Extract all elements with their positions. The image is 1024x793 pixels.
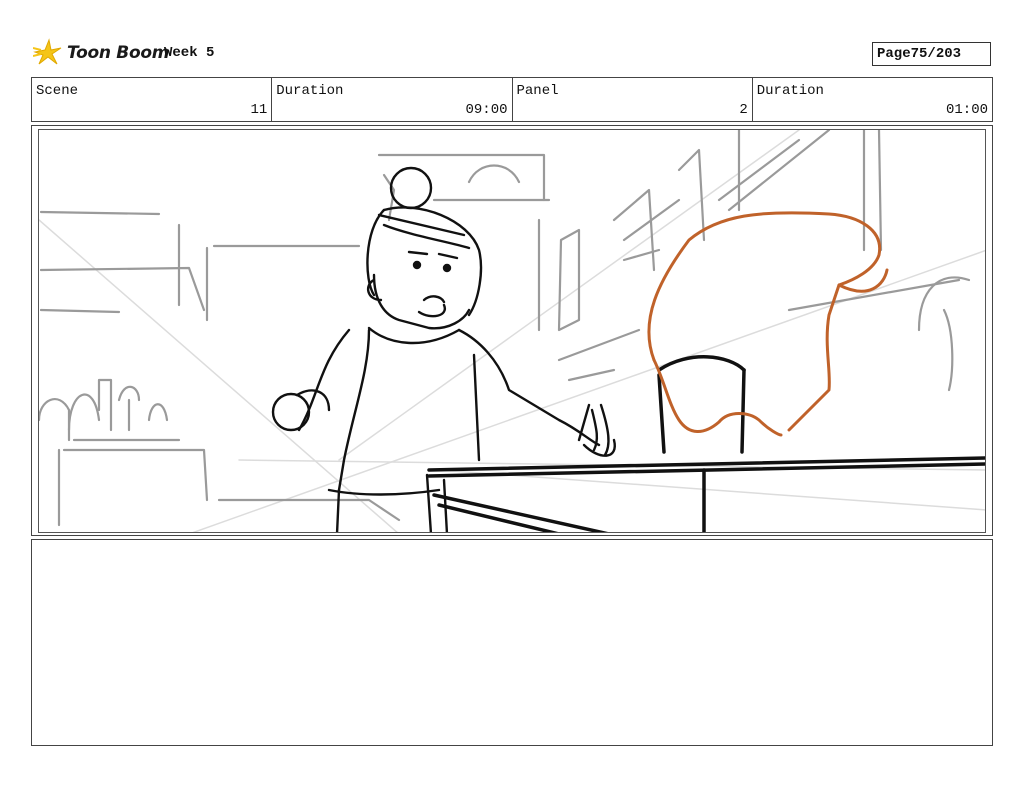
- panel-notes-box[interactable]: [31, 539, 993, 746]
- scene-duration-label: Duration: [276, 83, 344, 99]
- panel-label: Panel: [516, 83, 559, 99]
- storyboard-title: Week 5: [164, 45, 215, 61]
- sketch-drawing: [39, 130, 985, 532]
- scene-value: 11: [250, 102, 268, 118]
- panel-value: 2: [739, 102, 748, 118]
- page-counter: Page 75/203: [872, 42, 991, 66]
- panel-info-row: Scene 11 Duration 09:00 Panel 2 Duration…: [31, 77, 993, 122]
- panel-duration-label: Duration: [756, 83, 824, 99]
- page-value: 75/203: [910, 46, 962, 62]
- scene-label: Scene: [36, 83, 79, 99]
- panel-cell: Panel 2: [513, 78, 753, 121]
- scene-cell: Scene 11: [32, 78, 273, 121]
- panel-duration-value: 01:00: [945, 102, 988, 118]
- logo-text: Toon Boom: [67, 43, 170, 63]
- storyboard-sketch-panel[interactable]: [38, 129, 986, 533]
- logo-star-icon: [33, 38, 62, 65]
- toon-boom-logo: Toon Boom: [33, 38, 169, 68]
- panel-duration-cell: Duration 01:00: [753, 78, 992, 121]
- scene-duration-value: 09:00: [465, 102, 508, 118]
- page-label: Page: [877, 46, 911, 62]
- scene-duration-cell: Duration 09:00: [272, 78, 513, 121]
